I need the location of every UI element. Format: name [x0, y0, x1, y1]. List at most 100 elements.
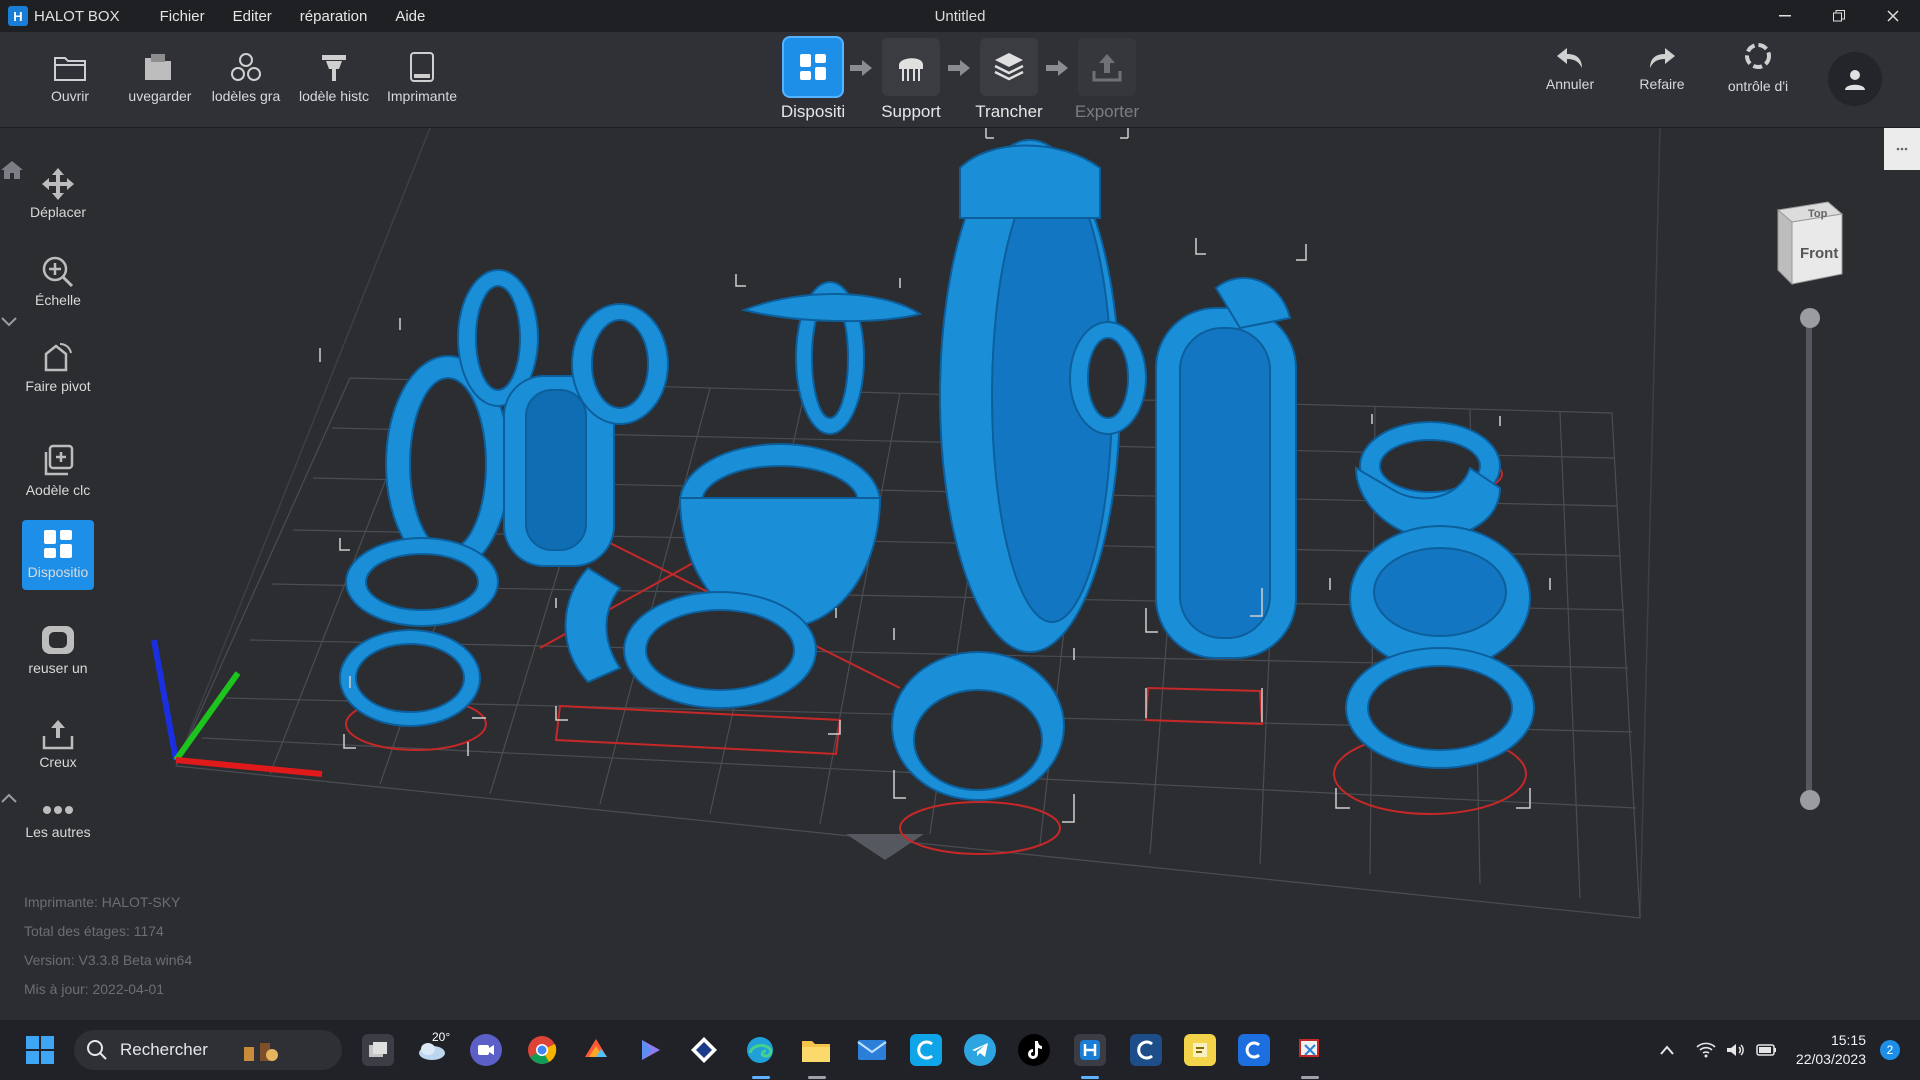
printer-info: Imprimante: HALOT-SKY	[24, 894, 181, 910]
chrome-icon[interactable]	[526, 1034, 558, 1066]
layout-icon	[784, 38, 842, 96]
rotate-tool[interactable]: Faire pivot	[22, 332, 94, 402]
snipping-icon[interactable]	[1294, 1034, 1326, 1066]
ring-model	[564, 566, 622, 684]
halot-box-icon[interactable]	[1074, 1034, 1106, 1066]
drain-label: Creux	[39, 754, 77, 770]
clone-tool[interactable]: Aodèle clc	[22, 436, 94, 506]
app-icon[interactable]	[1238, 1034, 1270, 1066]
app-name: HALOT BOX	[34, 7, 120, 25]
scale-icon	[42, 256, 74, 288]
updated-info: Mis à jour: 2022-04-01	[24, 981, 165, 997]
menu-reparation[interactable]: réparation	[300, 8, 368, 25]
support-icon	[882, 38, 940, 96]
save-icon	[145, 54, 171, 80]
folder-open-icon	[54, 57, 86, 81]
zoom-slider-track[interactable]	[1806, 316, 1812, 806]
more-tools[interactable]: Les autres	[22, 792, 94, 862]
menu-editer[interactable]: Editer	[233, 8, 272, 25]
windows-taskbar: Rechercher 20° 15:15 22/03/2023 2	[0, 1020, 1920, 1080]
user-avatar[interactable]	[1828, 52, 1882, 106]
build-plate-scene[interactable]	[0, 128, 1920, 1020]
mail-icon[interactable]	[856, 1034, 888, 1066]
zoom-slider-bottom-handle[interactable]	[1800, 790, 1820, 810]
move-label: Déplacer	[29, 204, 87, 220]
step-export[interactable]: Exporter	[1062, 38, 1152, 122]
printer-label: Imprimante	[386, 88, 458, 104]
color-app-icon[interactable]	[580, 1034, 612, 1066]
step-layout[interactable]: Dispositi	[768, 38, 858, 122]
app-icon[interactable]	[688, 1034, 720, 1066]
wifi-icon[interactable]	[1696, 1042, 1716, 1058]
task-view-icon[interactable]	[362, 1034, 394, 1066]
teams-icon[interactable]	[470, 1034, 502, 1066]
ring-models	[339, 139, 1535, 801]
battery-icon[interactable]	[1756, 1043, 1778, 1057]
minimize-button[interactable]	[1758, 0, 1812, 32]
minimize-icon	[1779, 15, 1791, 17]
volume-icon[interactable]	[1726, 1042, 1746, 1058]
halot-running-indicator	[1081, 1076, 1099, 1079]
open-button[interactable]: Ouvrir	[26, 32, 114, 128]
search-icon	[87, 1040, 107, 1060]
printer-icon	[410, 52, 434, 82]
notification-badge[interactable]: 2	[1880, 1040, 1900, 1060]
windows-start-icon[interactable]	[26, 1036, 54, 1064]
3d-viewport[interactable]: Top Front	[0, 128, 1920, 1020]
layout-tool[interactable]: Dispositio	[22, 520, 94, 590]
step-support[interactable]: Support	[866, 38, 956, 122]
restore-button[interactable]	[1812, 0, 1866, 32]
rotate-icon	[44, 343, 72, 372]
app-icon[interactable]	[1184, 1034, 1216, 1066]
version-info: Version: V3.3.8 Beta win64	[24, 952, 193, 968]
drain-tool[interactable]: Creux	[22, 710, 94, 780]
edge-running-indicator	[752, 1076, 770, 1079]
edge-icon[interactable]	[744, 1034, 776, 1066]
y-axis	[173, 671, 241, 762]
menu-aide[interactable]: Aide	[395, 8, 425, 25]
hollow-tool[interactable]: reuser un	[22, 616, 94, 686]
menu-fichier[interactable]: Fichier	[160, 8, 205, 25]
hollow-icon	[42, 626, 74, 654]
more-label: Les autres	[25, 824, 91, 840]
ring-model	[959, 144, 1101, 219]
x-axis	[175, 757, 323, 777]
redo-button[interactable]: Refaire	[1620, 46, 1704, 92]
step-support-label: Support	[881, 102, 941, 121]
scale-tool[interactable]: Échelle	[22, 246, 94, 316]
view-cube-top-label: Top	[1808, 208, 1828, 220]
model-history-label: lodèle histc	[298, 88, 370, 104]
redo-icon	[1650, 48, 1675, 68]
move-tool[interactable]: Déplacer	[22, 160, 94, 230]
printer-info-panel: Imprimante: HALOT-SKY Total des étages: …	[24, 888, 192, 1004]
app-icon[interactable]	[634, 1034, 666, 1066]
save-button[interactable]: uvegarder	[114, 32, 202, 128]
view-cube[interactable]: Top Front	[1768, 196, 1844, 286]
side-panel-toggle[interactable]	[1884, 128, 1920, 170]
models-library-button[interactable]: lodèles gra	[202, 32, 290, 128]
control-button[interactable]: ontrôle d'i	[1716, 43, 1800, 94]
undo-button[interactable]: Annuler	[1528, 46, 1612, 92]
telegram-icon[interactable]	[964, 1034, 996, 1066]
redo-label: Refaire	[1639, 76, 1685, 92]
app-icon[interactable]	[1130, 1034, 1162, 1066]
file-explorer-icon[interactable]	[800, 1034, 832, 1066]
undo-icon	[1557, 48, 1582, 68]
user-icon	[1845, 70, 1865, 90]
app-icon[interactable]	[910, 1034, 942, 1066]
model-history-button[interactable]: lodèle histc	[290, 32, 378, 128]
taskbar-search[interactable]: Rechercher	[74, 1030, 342, 1070]
step-slice[interactable]: Trancher	[964, 38, 1054, 122]
step-slice-label: Trancher	[975, 102, 1043, 121]
tiktok-icon[interactable]	[1018, 1034, 1050, 1066]
models-library-label: lodèles gra	[211, 88, 281, 104]
z-axis	[151, 639, 179, 761]
slice-layers-icon	[980, 38, 1038, 96]
printer-button[interactable]: Imprimante	[378, 32, 466, 128]
models-library-icon	[231, 53, 261, 81]
close-button[interactable]	[1866, 0, 1920, 32]
taskbar-clock[interactable]: 15:15 22/03/2023	[1796, 1031, 1866, 1069]
close-icon	[1887, 10, 1899, 22]
zoom-slider-top-handle[interactable]	[1800, 308, 1820, 328]
chevron-up-icon[interactable]	[1660, 1045, 1674, 1055]
